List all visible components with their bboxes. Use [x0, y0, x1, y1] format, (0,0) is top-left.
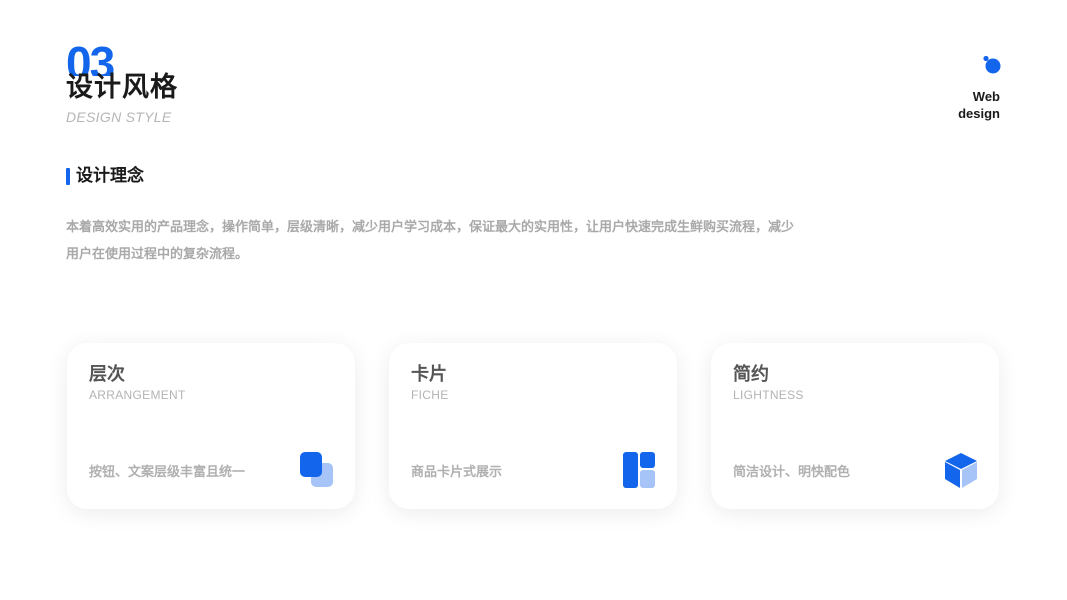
card-title: 层次 [89, 364, 125, 385]
card-title: 简约 [733, 364, 769, 385]
card-fiche: 卡片 FICHE 商品卡片式展示 [389, 343, 677, 509]
section-accent-bar [66, 168, 70, 185]
card-description: 商品卡片式展示 [411, 465, 503, 480]
card-subtitle: LIGHTNESS [733, 388, 804, 402]
layers-icon [300, 452, 333, 487]
card-description: 简洁设计、明快配色 [733, 465, 851, 480]
card-description: 按钮、文案层级丰富且统一 [89, 465, 246, 480]
page-subtitle: DESIGN STYLE [66, 109, 172, 125]
cube-icon [945, 453, 977, 488]
brand-line-2: design [958, 106, 1000, 121]
card-subtitle: FICHE [411, 388, 449, 402]
intro-paragraph: 本着高效实用的产品理念，操作简单，层级清晰，减少用户学习成本，保证最大的实用性，… [66, 220, 795, 262]
brand-line-1: Web [972, 89, 1000, 104]
page-title: 设计风格 [66, 72, 178, 103]
section-heading: 设计理念 [76, 166, 144, 186]
brand-dots-icon [983, 55, 1001, 74]
card-lightness: 简约 LIGHTNESS 简洁设计、明快配色 [711, 343, 999, 509]
card-title: 卡片 [411, 364, 447, 385]
card-layout-icon [623, 452, 655, 488]
card-arrangement: 层次 ARRANGEMENT 按钮、文案层级丰富且统一 [67, 343, 355, 509]
brand-label: Web design [940, 88, 1000, 122]
card-subtitle: ARRANGEMENT [89, 388, 186, 402]
